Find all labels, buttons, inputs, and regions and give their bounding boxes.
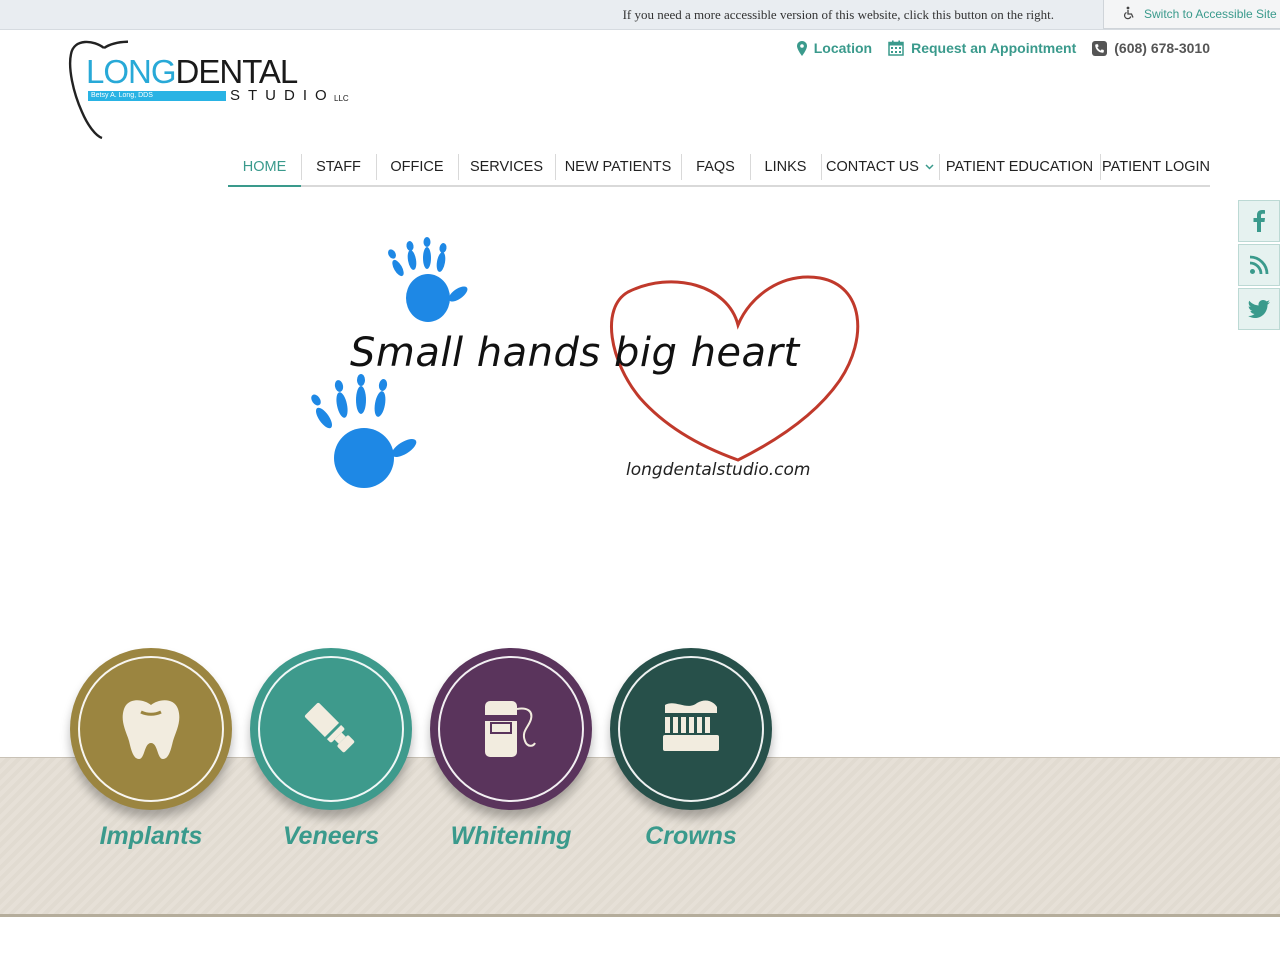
accessibility-bar: If you need a more accessible version of… bbox=[0, 0, 1280, 30]
nav-new-patients[interactable]: NEW PATIENTS bbox=[555, 148, 681, 185]
service-veneers-circle[interactable] bbox=[250, 648, 412, 810]
logo-doctor-name: Betsy A. Long, DDS bbox=[88, 91, 226, 101]
toothpaste-icon bbox=[304, 702, 355, 753]
facebook-button[interactable] bbox=[1238, 200, 1280, 242]
map-pin-icon bbox=[796, 40, 807, 56]
logo-studio: STUDIO bbox=[230, 87, 335, 104]
location-label: Location bbox=[813, 40, 873, 56]
toothbrush-icon bbox=[663, 700, 719, 751]
service-implants[interactable]: Implants bbox=[70, 648, 232, 851]
service-crowns-circle[interactable] bbox=[610, 648, 772, 810]
nav-links[interactable]: LINKS bbox=[750, 148, 821, 185]
request-appointment-label: Request an Appointment bbox=[911, 40, 1077, 56]
wheelchair-icon bbox=[1122, 6, 1136, 23]
service-implants-label: Implants bbox=[99, 822, 203, 850]
nav-patient-login[interactable]: PATIENT LOGIN bbox=[1100, 148, 1210, 185]
logo-wordmark: LONGDENTAL bbox=[86, 53, 298, 90]
twitter-icon bbox=[1248, 300, 1270, 318]
top-contacts: Location Request an Appointment (608) 67… bbox=[796, 40, 1210, 56]
phone-number: (608) 678-3010 bbox=[1092, 40, 1210, 56]
nav-faqs[interactable]: FAQS bbox=[681, 148, 750, 185]
nav-contact-us[interactable]: CONTACT US bbox=[821, 148, 939, 185]
twitter-button[interactable] bbox=[1238, 288, 1280, 330]
switch-accessible-site-button[interactable]: Switch to Accessible Site bbox=[1103, 0, 1280, 29]
calendar-icon bbox=[888, 40, 904, 56]
logo-llc: LLC bbox=[334, 94, 349, 103]
nav-services[interactable]: SERVICES bbox=[458, 148, 555, 185]
nav-home[interactable]: HOME bbox=[228, 148, 301, 187]
logo[interactable]: LONGDENTAL Betsy A. Long, DDS STUDIO LLC bbox=[68, 40, 358, 140]
rss-button[interactable] bbox=[1238, 244, 1280, 286]
nav-staff[interactable]: STAFF bbox=[301, 148, 376, 185]
phone-label: (608) 678-3010 bbox=[1114, 40, 1210, 56]
service-veneers-label: Veneers bbox=[282, 822, 380, 850]
service-implants-circle[interactable] bbox=[70, 648, 232, 810]
facebook-icon bbox=[1253, 210, 1265, 232]
service-whitening[interactable]: Whitening bbox=[430, 648, 592, 851]
tooth-icon bbox=[122, 700, 180, 759]
hand-print-bottom bbox=[311, 374, 417, 488]
nav-contact-us-label: CONTACT US bbox=[826, 158, 919, 175]
hero-url: longdentalstudio.com bbox=[626, 460, 811, 480]
services-list: Implants Veneers Whitening Crowns bbox=[70, 648, 772, 851]
service-whitening-label: Whitening bbox=[450, 822, 572, 850]
accessibility-message: If you need a more accessible version of… bbox=[622, 7, 1054, 22]
main-nav: HOME STAFF OFFICE SERVICES NEW PATIENTS … bbox=[228, 148, 1210, 187]
hand-print-top bbox=[388, 237, 468, 322]
rss-icon bbox=[1249, 255, 1269, 275]
floss-icon bbox=[485, 701, 536, 757]
service-crowns-label: Crowns bbox=[645, 822, 737, 850]
request-appointment-link[interactable]: Request an Appointment bbox=[888, 40, 1076, 56]
nav-patient-education[interactable]: PATIENT EDUCATION bbox=[939, 148, 1100, 185]
service-whitening-circle[interactable] bbox=[430, 648, 592, 810]
hero-tagline: Small hands big heart bbox=[350, 330, 800, 376]
service-crowns[interactable]: Crowns bbox=[610, 648, 772, 851]
social-sidebar bbox=[1238, 200, 1280, 332]
phone-icon bbox=[1092, 40, 1108, 56]
nav-office[interactable]: OFFICE bbox=[376, 148, 458, 185]
switch-accessible-site-label: Switch to Accessible Site bbox=[1144, 7, 1277, 21]
chevron-down-icon bbox=[925, 164, 934, 170]
service-veneers[interactable]: Veneers bbox=[250, 648, 412, 851]
hero-banner: Small hands big heart longdentalstudio.c… bbox=[300, 230, 880, 500]
location-link[interactable]: Location bbox=[796, 40, 873, 56]
